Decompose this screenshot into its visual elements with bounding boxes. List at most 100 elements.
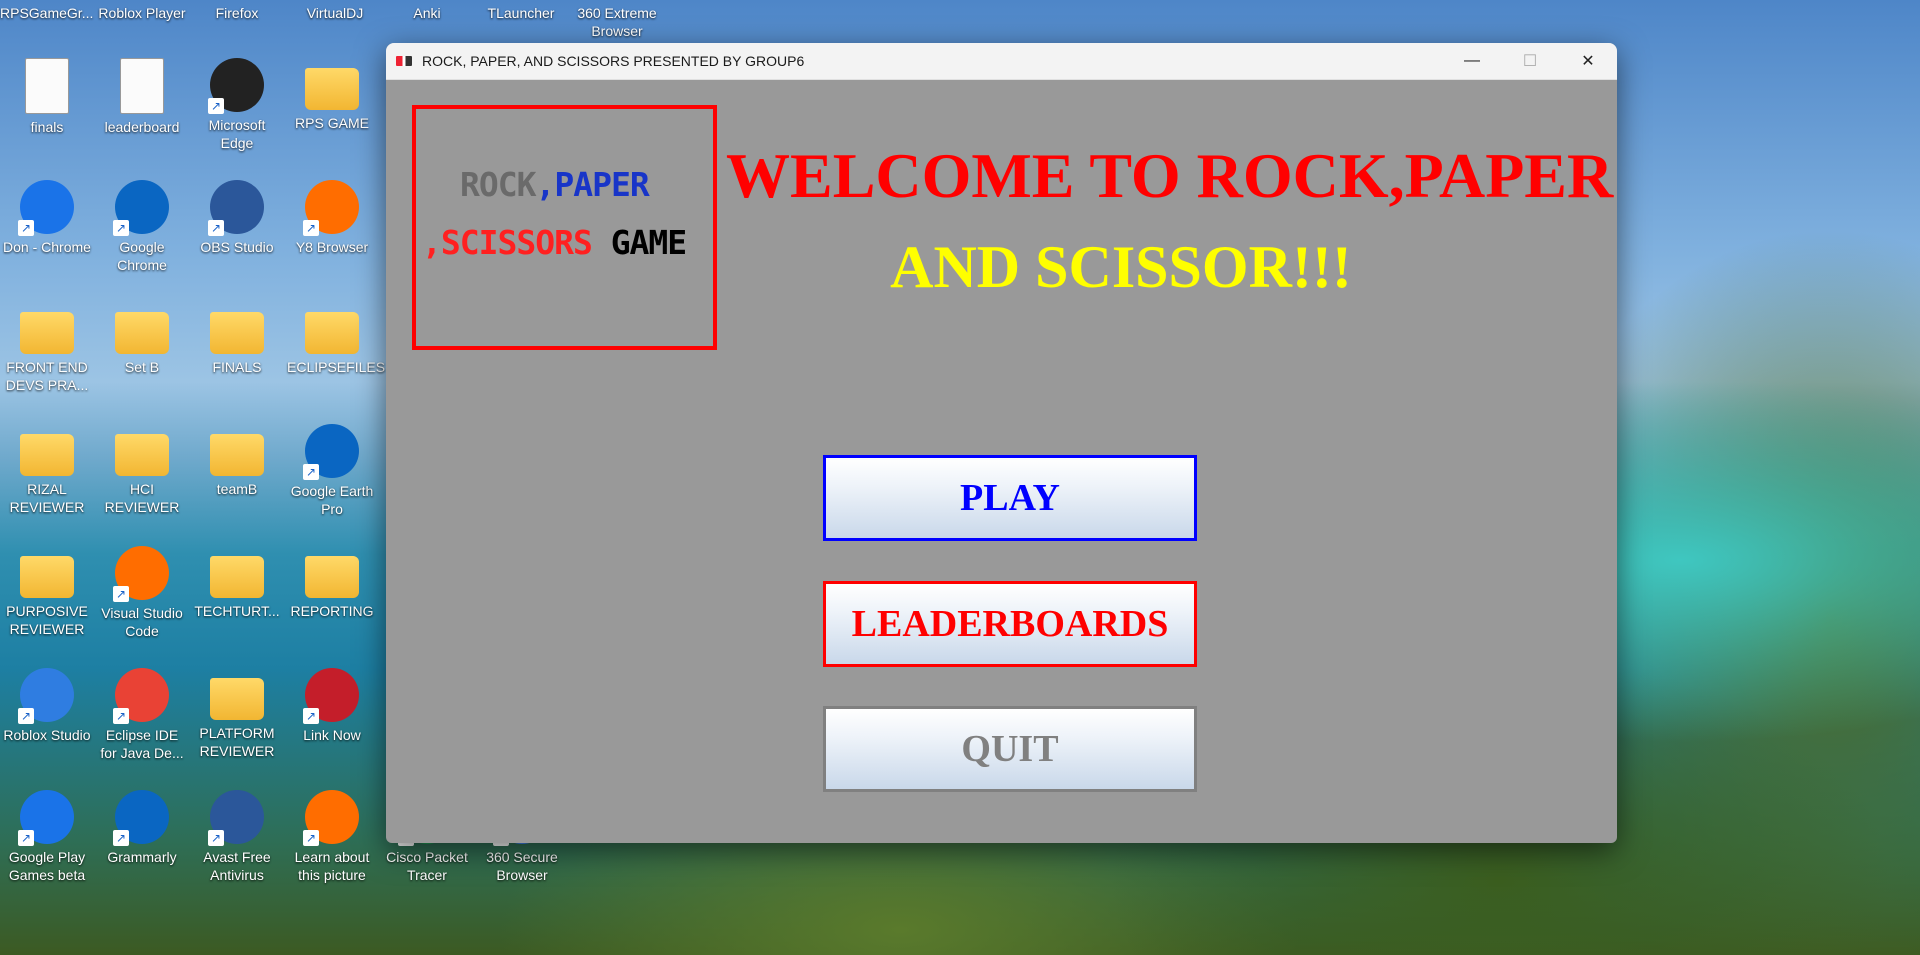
desktop-icon[interactable]: ↗ Learn about this picture bbox=[287, 790, 377, 884]
logo-scissors-text: ,SCISSORS bbox=[422, 223, 593, 262]
desktop-icon-label[interactable]: VirtualDJ bbox=[290, 4, 380, 22]
shortcut-arrow-icon: ↗ bbox=[18, 708, 34, 724]
desktop-icon-label: Google Play Games beta bbox=[8, 849, 86, 883]
shortcut-arrow-icon: ↗ bbox=[18, 220, 34, 236]
desktop-icon[interactable]: TECHTURT... bbox=[192, 546, 282, 620]
folder-icon bbox=[115, 434, 169, 476]
desktop-icon-label: Grammarly bbox=[107, 849, 177, 865]
desktop-icon-label: teamB bbox=[216, 481, 258, 497]
desktop-icon[interactable]: ↗ Grammarly bbox=[97, 790, 187, 866]
desktop-icon-label: ECLIPSEFILES bbox=[287, 359, 386, 375]
app-icon: ↗ bbox=[18, 790, 74, 846]
desktop-icon-label: Cisco Packet Tracer bbox=[386, 849, 468, 883]
desktop-icon[interactable]: ↗ Eclipse IDE for Java De... bbox=[97, 668, 187, 762]
desktop-icon[interactable]: PLATFORM REVIEWER bbox=[192, 668, 282, 760]
desktop-icon-label: Don - Chrome bbox=[3, 239, 91, 255]
window-title: ROCK, PAPER, AND SCISSORS PRESENTED BY G… bbox=[422, 53, 805, 69]
desktop-icon-label[interactable]: RPSGameGr... bbox=[0, 4, 93, 22]
desktop-icon[interactable]: ↗ Don - Chrome bbox=[2, 180, 92, 256]
app-icon: ↗ bbox=[208, 180, 264, 236]
shortcut-arrow-icon: ↗ bbox=[208, 830, 224, 846]
folder-icon bbox=[210, 434, 264, 476]
close-button[interactable]: ✕ bbox=[1559, 43, 1617, 79]
logo-game-text: GAME bbox=[610, 223, 687, 262]
desktop-icon[interactable]: HCI REVIEWER bbox=[97, 424, 187, 516]
window-controls: — ☐ ✕ bbox=[1443, 43, 1617, 79]
desktop-icon[interactable]: RIZAL REVIEWER bbox=[2, 424, 92, 516]
desktop-icon-label: OBS Studio bbox=[200, 239, 274, 255]
shortcut-arrow-icon: ↗ bbox=[113, 708, 129, 724]
desktop-icon-label: Learn about this picture bbox=[294, 849, 370, 883]
desktop-icon-label: RPS GAME bbox=[295, 115, 369, 131]
desktop-icon[interactable]: ↗ Y8 Browser bbox=[287, 180, 377, 256]
app-logo-icon bbox=[396, 56, 412, 66]
logo-line-1: ROCK,PAPER bbox=[460, 165, 650, 204]
app-icon: ↗ bbox=[113, 668, 169, 724]
minimize-button[interactable]: — bbox=[1443, 43, 1501, 79]
desktop-icon[interactable]: ECLIPSEFILES bbox=[287, 302, 386, 376]
shortcut-arrow-icon: ↗ bbox=[303, 830, 319, 846]
shortcut-arrow-icon: ↗ bbox=[113, 586, 129, 602]
app-icon: ↗ bbox=[303, 424, 359, 480]
document-icon bbox=[120, 58, 164, 114]
folder-icon bbox=[305, 312, 359, 354]
quit-button[interactable]: QUIT bbox=[823, 706, 1197, 792]
desktop-icon[interactable]: REPORTING bbox=[287, 546, 377, 620]
desktop-icon-label[interactable]: Anki bbox=[382, 4, 472, 22]
logo-line-2: ,SCISSORS GAME bbox=[422, 223, 687, 262]
desktop-icon-label: Set B bbox=[124, 359, 160, 375]
app-icon: ↗ bbox=[208, 58, 264, 114]
desktop-icon-label: PURPOSIVE REVIEWER bbox=[6, 603, 88, 637]
desktop-icon[interactable]: ↗ Link Now bbox=[287, 668, 377, 744]
app-icon: ↗ bbox=[18, 668, 74, 724]
desktop-icon[interactable]: ↗ Roblox Studio bbox=[2, 668, 92, 744]
app-icon: ↗ bbox=[208, 790, 264, 846]
desktop-icon[interactable]: RPS GAME bbox=[287, 58, 377, 132]
desktop-icon[interactable]: ↗ Microsoft Edge bbox=[192, 58, 282, 152]
desktop-icon-label: Link Now bbox=[303, 727, 361, 743]
minimize-icon: — bbox=[1464, 52, 1480, 69]
close-icon: ✕ bbox=[1581, 53, 1595, 70]
play-button[interactable]: PLAY bbox=[823, 455, 1197, 541]
desktop-icon[interactable]: ↗ Visual Studio Code bbox=[97, 546, 187, 640]
app-icon: ↗ bbox=[303, 668, 359, 724]
desktop-icon-label[interactable]: TLauncher bbox=[476, 4, 566, 22]
shortcut-arrow-icon: ↗ bbox=[113, 220, 129, 236]
desktop-icon[interactable]: ↗ OBS Studio bbox=[192, 180, 282, 256]
desktop-icon[interactable]: ↗ Google Play Games beta bbox=[2, 790, 92, 884]
desktop-icon-label: 360 Secure Browser bbox=[486, 849, 558, 883]
desktop-icon[interactable]: PURPOSIVE REVIEWER bbox=[2, 546, 92, 638]
maximize-button[interactable]: ☐ bbox=[1501, 43, 1559, 79]
desktop-icon-label: REPORTING bbox=[290, 603, 374, 619]
shortcut-arrow-icon: ↗ bbox=[208, 98, 224, 114]
app-icon: ↗ bbox=[303, 790, 359, 846]
leaderboards-button[interactable]: LEADERBOARDS bbox=[823, 581, 1197, 667]
welcome-heading-line-2: AND SCISSOR!!! bbox=[890, 234, 1352, 300]
desktop-icon-label: Eclipse IDE for Java De... bbox=[100, 727, 184, 761]
desktop-icon-label[interactable]: Firefox bbox=[192, 4, 282, 22]
welcome-heading-line-1: WELCOME TO ROCK,PAPER bbox=[726, 140, 1614, 211]
app-icon: ↗ bbox=[113, 180, 169, 236]
shortcut-arrow-icon: ↗ bbox=[303, 708, 319, 724]
desktop-icon[interactable]: leaderboard bbox=[97, 58, 187, 136]
desktop-icon[interactable]: finals bbox=[2, 58, 92, 136]
desktop-icon-label: Roblox Studio bbox=[3, 727, 91, 743]
desktop-icon[interactable]: ↗ Google Earth Pro bbox=[287, 424, 377, 518]
desktop-icon-label[interactable]: Roblox Player bbox=[97, 4, 187, 22]
shortcut-arrow-icon: ↗ bbox=[303, 464, 319, 480]
desktop-icon[interactable]: ↗ Google Chrome bbox=[97, 180, 187, 274]
folder-icon bbox=[20, 434, 74, 476]
desktop-icon[interactable]: Set B bbox=[97, 302, 187, 376]
maximize-icon: ☐ bbox=[1522, 53, 1538, 70]
desktop-icon[interactable]: teamB bbox=[192, 424, 282, 498]
folder-icon bbox=[210, 312, 264, 354]
shortcut-arrow-icon: ↗ bbox=[113, 830, 129, 846]
desktop-icon[interactable]: ↗ Avast Free Antivirus bbox=[192, 790, 282, 884]
folder-icon bbox=[305, 556, 359, 598]
desktop-icon[interactable]: FRONT END DEVS PRA... bbox=[2, 302, 92, 394]
desktop-icon-label[interactable]: 360 Extreme Browser bbox=[572, 4, 662, 40]
desktop-icon-label: PLATFORM REVIEWER bbox=[199, 725, 275, 759]
folder-icon bbox=[210, 556, 264, 598]
desktop-icon[interactable]: FINALS bbox=[192, 302, 282, 376]
title-bar[interactable]: ROCK, PAPER, AND SCISSORS PRESENTED BY G… bbox=[386, 43, 1617, 80]
